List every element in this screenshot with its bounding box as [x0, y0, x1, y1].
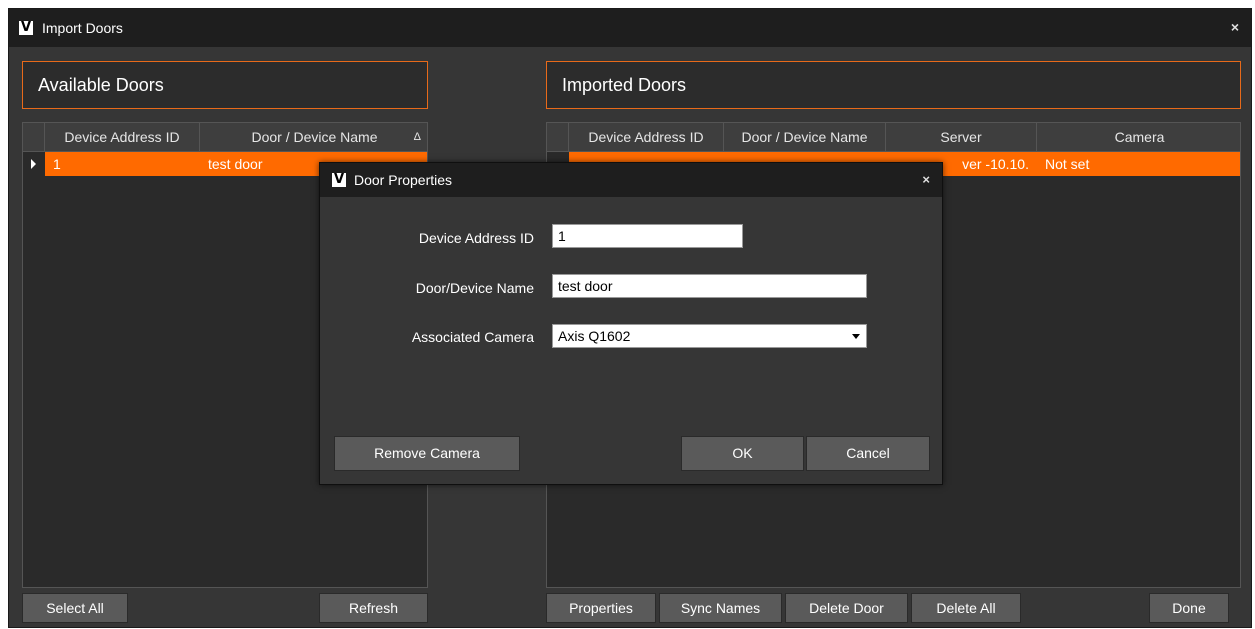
row-indicator	[23, 152, 45, 176]
available-doors-title: Available Doors	[38, 75, 164, 95]
properties-button[interactable]: Properties	[546, 593, 656, 623]
chevron-down-icon	[852, 334, 860, 339]
sync-names-button[interactable]: Sync Names	[659, 593, 782, 623]
delete-all-button[interactable]: Delete All	[911, 593, 1021, 623]
app-logo-icon: V	[332, 172, 346, 187]
associated-camera-select[interactable]: Axis Q1602	[552, 324, 867, 348]
imported-doors-header: Imported Doors	[546, 61, 1241, 109]
row-header-corner	[23, 123, 45, 151]
app-logo-icon: V	[19, 20, 33, 35]
column-device-address-id[interactable]: Device Address ID	[569, 123, 724, 151]
refresh-button[interactable]: Refresh	[319, 593, 428, 623]
device-address-label: Device Address ID	[418, 230, 534, 246]
ok-button[interactable]: OK	[681, 436, 804, 471]
column-device-address-id[interactable]: Device Address ID	[45, 123, 200, 151]
associated-camera-value: Axis Q1602	[558, 328, 631, 344]
available-grid-header: Device Address ID Door / Device Name Δ	[23, 123, 427, 152]
sort-ascending-icon: Δ	[413, 131, 421, 143]
cell-device-address-id: 1	[53, 156, 61, 172]
dialog-title: Door Properties	[354, 172, 453, 188]
row-pointer-icon	[31, 159, 36, 169]
device-address-field[interactable]: 1	[552, 224, 743, 248]
close-icon[interactable]: ×	[922, 172, 930, 187]
window-titlebar: V Import Doors ×	[9, 9, 1251, 47]
cancel-button[interactable]: Cancel	[806, 436, 930, 471]
door-name-field[interactable]: test door	[552, 274, 867, 298]
imported-doors-title: Imported Doors	[562, 75, 687, 95]
column-door-device-name[interactable]: Door / Device Name Δ	[200, 123, 427, 151]
column-door-device-name-label: Door / Device Name	[251, 129, 378, 145]
door-properties-dialog: V Door Properties × Device Address ID 1 …	[319, 162, 943, 485]
associated-camera-label: Associated Camera	[411, 329, 534, 345]
select-all-button[interactable]: Select All	[22, 593, 128, 623]
remove-camera-button[interactable]: Remove Camera	[334, 436, 520, 471]
delete-door-button[interactable]: Delete Door	[785, 593, 908, 623]
door-name-label: Door/Device Name	[415, 280, 534, 296]
column-server[interactable]: Server	[886, 123, 1037, 151]
column-camera[interactable]: Camera	[1037, 123, 1240, 151]
cell-camera: Not set	[1045, 156, 1090, 172]
dialog-titlebar: V Door Properties ×	[320, 163, 942, 197]
done-button[interactable]: Done	[1149, 593, 1229, 623]
row-header-corner	[547, 123, 569, 151]
column-door-device-name[interactable]: Door / Device Name	[724, 123, 886, 151]
window-title: Import Doors	[42, 20, 123, 36]
imported-grid-header: Device Address ID Door / Device Name Ser…	[547, 123, 1240, 152]
close-icon[interactable]: ×	[1231, 19, 1239, 35]
available-doors-header: Available Doors	[22, 61, 428, 109]
